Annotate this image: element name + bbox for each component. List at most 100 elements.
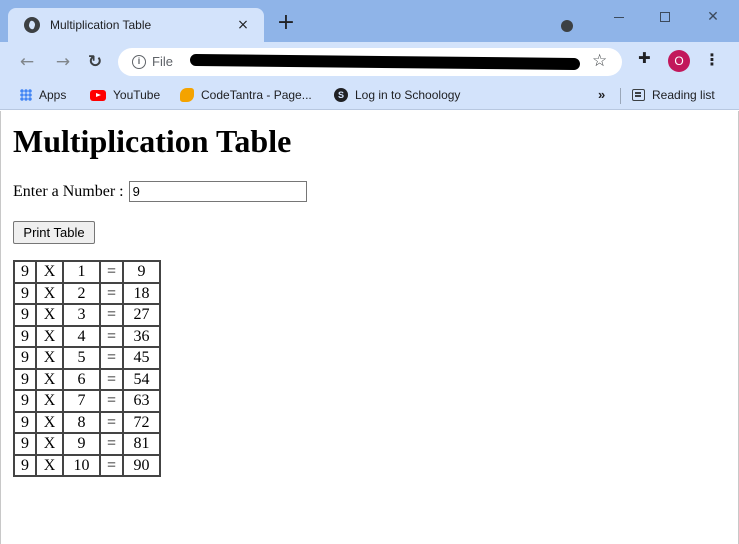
- equals-cell: =: [100, 390, 124, 412]
- operator-cell: X: [36, 368, 63, 390]
- result-cell: 45: [123, 347, 161, 369]
- close-tab-icon[interactable]: ×: [234, 16, 252, 34]
- table-row: 9 X 3 = 27: [14, 304, 161, 326]
- url-scheme: File: [152, 54, 173, 69]
- bookmark-label: Log in to Schoology: [355, 88, 461, 102]
- multiplicand-cell: 9: [14, 261, 36, 283]
- table-row: 9 X 8 = 72: [14, 411, 161, 433]
- print-table-button[interactable]: Print Table: [13, 221, 95, 244]
- operator-cell: X: [36, 282, 63, 304]
- operator-cell: X: [36, 390, 63, 412]
- bookmark-schoology[interactable]: S Log in to Schoology: [334, 88, 460, 102]
- page-title: Multiplication Table: [13, 123, 292, 159]
- operator-cell: X: [36, 347, 63, 369]
- maximize-icon: [660, 12, 670, 22]
- bookmark-label: CodeTantra - Page...: [201, 88, 312, 102]
- bookmarks-bar: Apps YouTube CodeTantra - Page... S Log …: [0, 82, 739, 110]
- multiplier-cell: 3: [63, 304, 100, 326]
- multiplier-cell: 2: [63, 282, 100, 304]
- bookmark-label: YouTube: [113, 88, 161, 102]
- reading-list-label: Reading list: [652, 88, 715, 102]
- multiplicand-cell: 9: [14, 282, 36, 304]
- operator-cell: X: [36, 304, 63, 326]
- reload-icon[interactable]: ↻: [84, 51, 106, 73]
- operator-cell: X: [36, 454, 63, 476]
- bookmarks-divider: [620, 88, 621, 104]
- multiplier-cell: 9: [63, 433, 100, 455]
- multiplier-cell: 4: [63, 325, 100, 347]
- equals-cell: =: [100, 282, 124, 304]
- multiplicand-cell: 9: [14, 454, 36, 476]
- table-row: 9 X 2 = 18: [14, 282, 161, 304]
- schoology-icon: S: [334, 88, 348, 102]
- number-input-label: Enter a Number :: [13, 182, 124, 200]
- new-tab-button[interactable]: +: [274, 12, 298, 36]
- multiplication-table: 9 X 1 = 9 9 X 2 = 18 9 X 3 = 27 9 X 4 = 36 9 X 5 = 45 9 X 6 = 54 9 X 7 = 6…: [13, 260, 162, 477]
- bookmark-apps[interactable]: Apps: [20, 88, 66, 102]
- bookmark-youtube[interactable]: YouTube: [90, 88, 160, 102]
- reading-list-icon: [632, 89, 645, 101]
- result-cell: 63: [123, 390, 161, 412]
- browser-toolbar: ← → ↻ i File ☆: [0, 42, 739, 82]
- result-cell: 81: [123, 433, 161, 455]
- close-window-button[interactable]: ✕: [690, 6, 736, 30]
- tab-search-icon[interactable]: [561, 20, 573, 32]
- operator-cell: X: [36, 433, 63, 455]
- bookmark-label: Apps: [39, 88, 67, 102]
- multiplicand-cell: 9: [14, 325, 36, 347]
- forward-arrow-icon[interactable]: →: [52, 51, 74, 73]
- profile-avatar[interactable]: O: [668, 50, 690, 72]
- equals-cell: =: [100, 433, 124, 455]
- multiplier-cell: 1: [63, 261, 100, 283]
- address-bar[interactable]: i File ☆: [118, 48, 622, 76]
- browser-tab-active[interactable]: Multiplication Table ×: [8, 8, 264, 42]
- more-menu-icon[interactable]: ⋮: [704, 49, 720, 71]
- maximize-button[interactable]: [642, 6, 688, 30]
- table-row: 9 X 1 = 9: [14, 261, 161, 283]
- equals-cell: =: [100, 411, 124, 433]
- multiplicand-cell: 9: [14, 411, 36, 433]
- back-arrow-icon[interactable]: ←: [16, 51, 38, 73]
- multiplier-cell: 7: [63, 390, 100, 412]
- globe-icon: [24, 17, 40, 33]
- youtube-icon: [90, 89, 106, 101]
- multiplier-cell: 8: [63, 411, 100, 433]
- info-icon[interactable]: i: [132, 55, 146, 69]
- extensions-puzzle-icon[interactable]: ✚: [638, 49, 651, 67]
- redacted-url: [189, 53, 581, 71]
- bookmark-star-icon[interactable]: ☆: [592, 51, 607, 71]
- multiplier-cell: 6: [63, 368, 100, 390]
- page-content: Multiplication Table Enter a Number : Pr…: [0, 111, 739, 544]
- more-bookmarks-button[interactable]: »: [598, 87, 605, 102]
- equals-cell: =: [100, 454, 124, 476]
- table-row: 9 X 4 = 36: [14, 325, 161, 347]
- equals-cell: =: [100, 368, 124, 390]
- bookmark-codetantra[interactable]: CodeTantra - Page...: [180, 88, 312, 102]
- multiplicand-cell: 9: [14, 304, 36, 326]
- reading-list-button[interactable]: Reading list: [632, 88, 715, 102]
- result-cell: 9: [123, 261, 161, 283]
- multiplicand-cell: 9: [14, 433, 36, 455]
- result-cell: 54: [123, 368, 161, 390]
- result-cell: 72: [123, 411, 161, 433]
- table-row: 9 X 10 = 90: [14, 454, 161, 476]
- result-cell: 27: [123, 304, 161, 326]
- equals-cell: =: [100, 261, 124, 283]
- browser-title-bar: Multiplication Table × + ✕: [0, 0, 739, 42]
- codetantra-icon: [180, 88, 194, 102]
- multiplicand-cell: 9: [14, 368, 36, 390]
- number-input[interactable]: [128, 181, 307, 202]
- minimize-button[interactable]: [596, 6, 642, 30]
- result-cell: 90: [123, 454, 161, 476]
- equals-cell: =: [100, 304, 124, 326]
- minimize-icon: [614, 16, 624, 18]
- operator-cell: X: [36, 411, 63, 433]
- multiplier-cell: 10: [63, 454, 100, 476]
- tab-title: Multiplication Table: [50, 18, 152, 32]
- multiplicand-cell: 9: [14, 390, 36, 412]
- apps-grid-icon: [20, 89, 32, 101]
- result-cell: 36: [123, 325, 161, 347]
- operator-cell: X: [36, 261, 63, 283]
- multiplicand-cell: 9: [14, 347, 36, 369]
- table-row: 9 X 9 = 81: [14, 433, 161, 455]
